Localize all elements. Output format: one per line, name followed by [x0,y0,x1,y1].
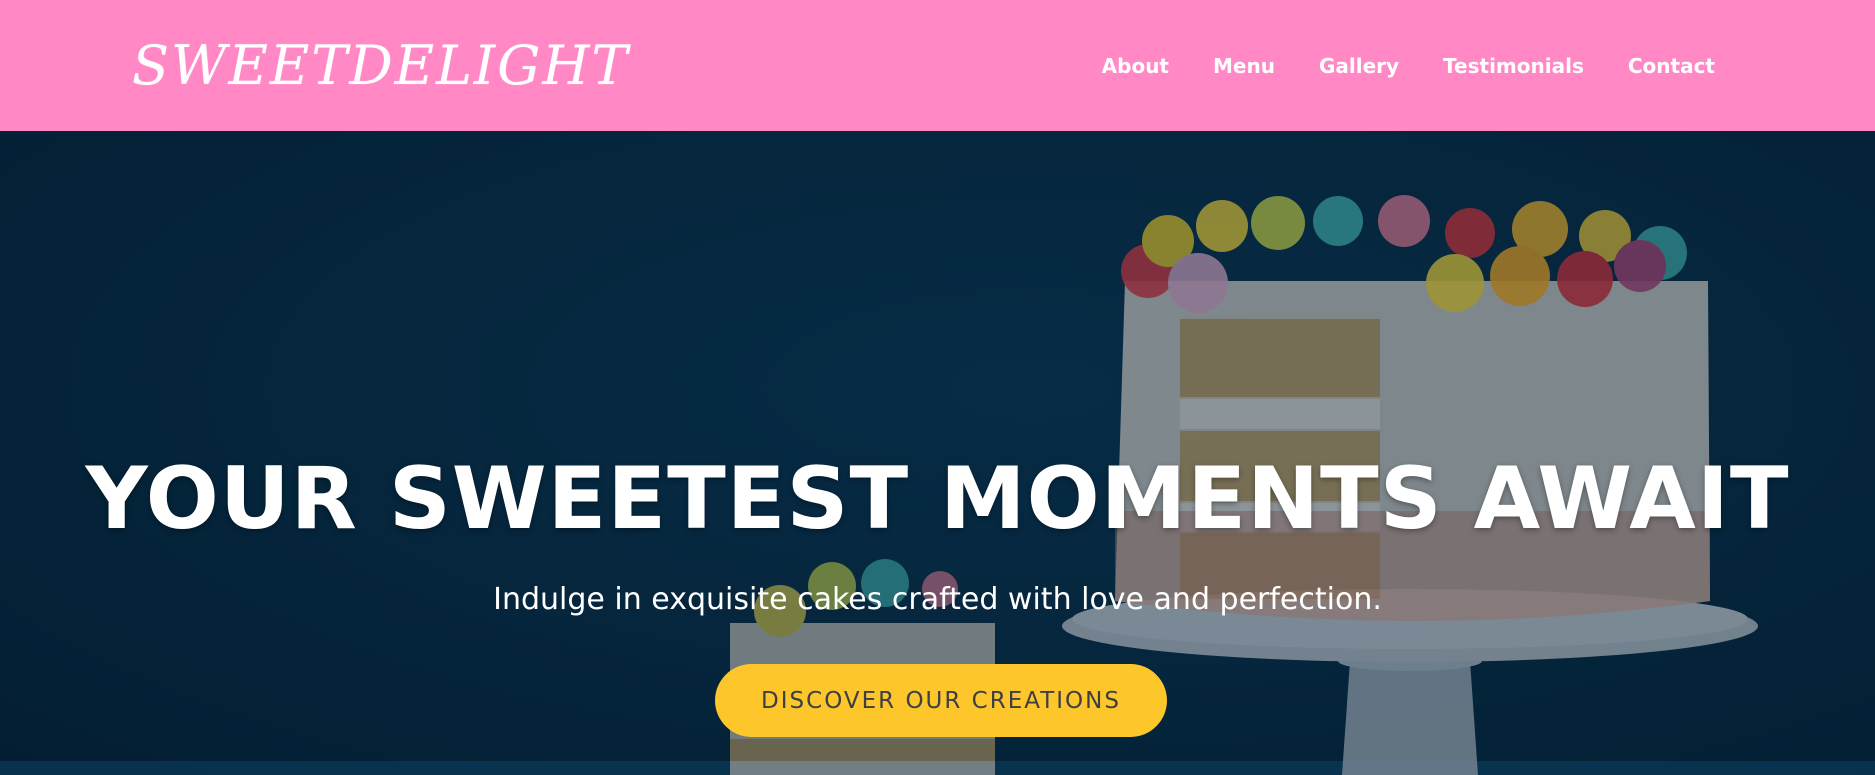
nav-item-contact[interactable]: Contact [1628,54,1715,78]
nav-item-menu[interactable]: Menu [1213,54,1275,78]
brand-logo[interactable]: SWEETDELIGHT [132,34,630,97]
main-nav: About Menu Gallery Testimonials Contact [1102,54,1715,78]
hero-section: YOUR SWEETEST MOMENTS AWAIT Indulge in e… [0,131,1875,775]
hero-subtitle: Indulge in exquisite cakes crafted with … [493,582,1382,617]
nav-item-gallery[interactable]: Gallery [1319,54,1399,78]
discover-creations-button[interactable]: DISCOVER OUR CREATIONS [715,664,1167,737]
nav-item-testimonials[interactable]: Testimonials [1443,54,1584,78]
hero-title: YOUR SWEETEST MOMENTS AWAIT [85,449,1790,549]
site-header: SWEETDELIGHT About Menu Gallery Testimon… [0,0,1875,131]
nav-item-about[interactable]: About [1102,54,1169,78]
